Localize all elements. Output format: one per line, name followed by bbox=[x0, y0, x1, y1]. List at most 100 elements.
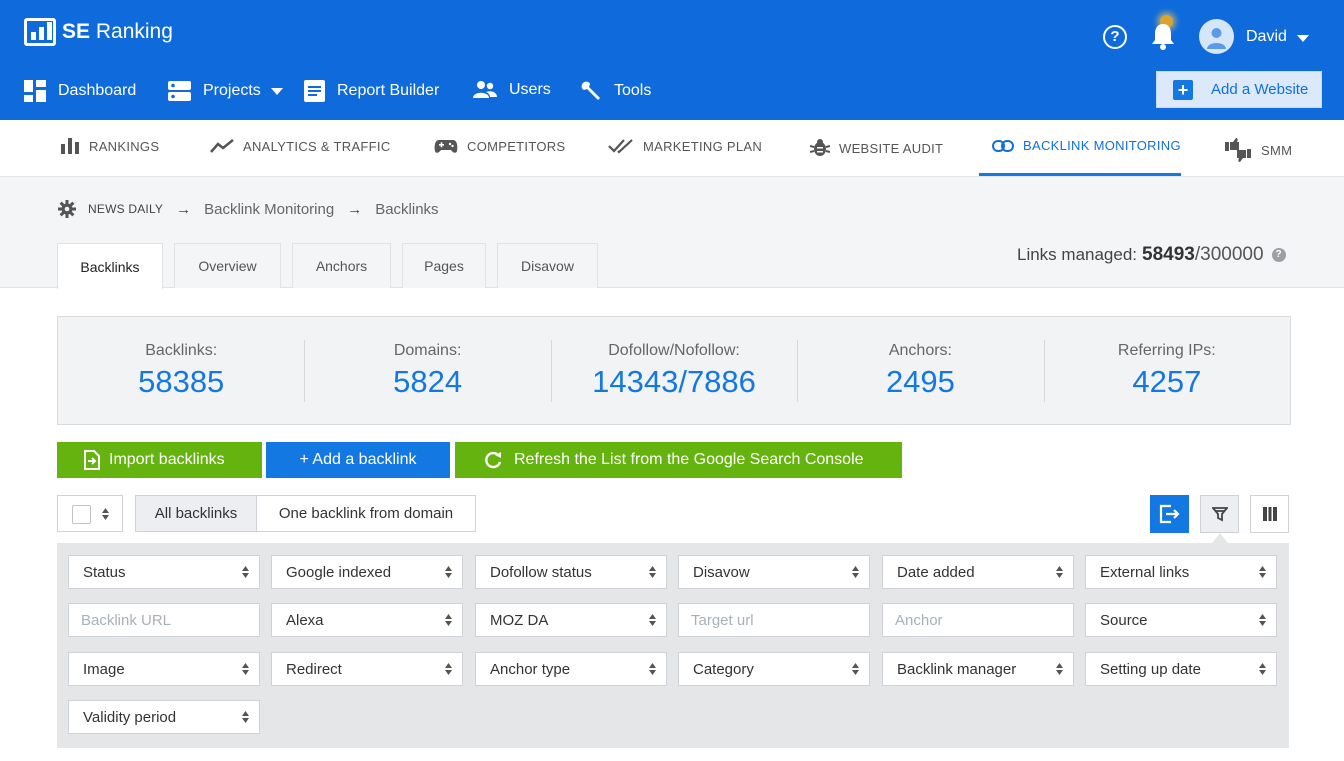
stat-value[interactable]: 58385 bbox=[58, 364, 304, 400]
external-links-select[interactable]: External links bbox=[1085, 555, 1277, 589]
validity-period-select[interactable]: Validity period bbox=[68, 700, 260, 734]
breadcrumb-section[interactable]: Backlink Monitoring bbox=[204, 201, 334, 218]
category-select[interactable]: Category bbox=[678, 652, 870, 686]
redirect-select[interactable]: Redirect bbox=[271, 652, 463, 686]
stat-dofollow-nofollow: Dofollow/Nofollow: 14343/7886 bbox=[550, 317, 797, 424]
stat-value[interactable]: 5824 bbox=[304, 364, 550, 400]
nav-projects[interactable]: Projects bbox=[168, 80, 283, 102]
sort-arrows-icon bbox=[649, 614, 656, 626]
anchor-type-select[interactable]: Anchor type bbox=[475, 652, 667, 686]
chevron-down-icon[interactable] bbox=[1297, 35, 1309, 42]
double-check-icon bbox=[608, 139, 633, 154]
bulk-select-dropdown[interactable] bbox=[57, 495, 123, 532]
alexa-select[interactable]: Alexa bbox=[271, 603, 463, 637]
gear-icon[interactable] bbox=[58, 200, 76, 218]
select-label: Google indexed bbox=[286, 563, 392, 581]
select-label: Redirect bbox=[286, 660, 342, 678]
columns-button[interactable] bbox=[1250, 495, 1289, 533]
tab-anchors[interactable]: Anchors bbox=[292, 243, 391, 288]
subnav-rankings[interactable]: RANKINGS bbox=[60, 138, 159, 154]
select-label: Alexa bbox=[286, 611, 324, 629]
logo-bars-icon bbox=[24, 18, 56, 46]
brand-name: SE Ranking bbox=[62, 20, 173, 43]
subnav-backlink-monitoring[interactable]: BACKLINK MONITORING bbox=[992, 138, 1181, 153]
stat-label: Anchors: bbox=[888, 342, 952, 359]
status-select[interactable]: Status bbox=[68, 555, 260, 589]
subnav-website-audit[interactable]: WEBSITE AUDIT bbox=[810, 138, 943, 158]
select-all-checkbox[interactable] bbox=[72, 505, 91, 524]
breadcrumb-project[interactable]: NEWS DAILY bbox=[88, 202, 163, 216]
tab-overview[interactable]: Overview bbox=[174, 243, 281, 288]
filter-button[interactable] bbox=[1200, 495, 1239, 533]
refresh-gsc-button[interactable]: Refresh the List from the Google Search … bbox=[455, 442, 902, 478]
setting-up-date-select[interactable]: Setting up date bbox=[1085, 652, 1277, 686]
nav-dashboard[interactable]: Dashboard bbox=[24, 80, 136, 102]
user-name[interactable]: David bbox=[1246, 28, 1287, 46]
help-icon[interactable]: ? bbox=[1103, 25, 1127, 49]
image-select[interactable]: Image bbox=[68, 652, 260, 686]
sort-arrows-icon bbox=[852, 663, 859, 675]
add-backlink-button[interactable]: + Add a backlink bbox=[266, 442, 450, 478]
import-backlinks-button[interactable]: Import backlinks bbox=[57, 442, 262, 478]
subnav-marketing-plan[interactable]: MARKETING PLAN bbox=[608, 138, 762, 154]
bug-icon bbox=[810, 139, 830, 156]
target-url-input[interactable]: Target url bbox=[678, 603, 870, 637]
backlink-url-input[interactable]: Backlink URL bbox=[68, 603, 260, 637]
help-icon[interactable]: ? bbox=[1271, 248, 1286, 262]
tab-disavow[interactable]: Disavow bbox=[497, 243, 598, 288]
subnav-website-audit-label: WEBSITE AUDIT bbox=[839, 140, 944, 156]
subnav-analytics-label: ANALYTICS & TRAFFIC bbox=[243, 138, 391, 154]
stat-value[interactable]: 2495 bbox=[797, 364, 1043, 400]
links-managed-label: Links managed: bbox=[1017, 245, 1138, 264]
stat-value[interactable]: 14343/7886 bbox=[551, 364, 797, 400]
nav-tools[interactable]: Tools bbox=[580, 80, 651, 102]
select-label: MOZ DA bbox=[490, 611, 549, 629]
dofollow-status-select[interactable]: Dofollow status bbox=[475, 555, 667, 589]
filter-panel: Status Google indexed Dofollow status Di… bbox=[57, 543, 1289, 748]
moz-da-select[interactable]: MOZ DA bbox=[475, 603, 667, 637]
thumbs-icon bbox=[1225, 138, 1251, 162]
projects-icon bbox=[168, 81, 191, 101]
stat-anchors: Anchors: 2495 bbox=[797, 317, 1043, 424]
subnav-analytics[interactable]: ANALYTICS & TRAFFIC bbox=[210, 138, 391, 154]
stat-value[interactable]: 4257 bbox=[1044, 364, 1290, 400]
export-button[interactable] bbox=[1150, 495, 1189, 533]
tab-pages[interactable]: Pages bbox=[402, 243, 486, 288]
import-file-icon bbox=[84, 450, 100, 470]
all-backlinks-toggle[interactable]: All backlinks bbox=[135, 495, 257, 532]
add-website-button[interactable]: + Add a Website bbox=[1156, 71, 1322, 108]
anchor-input[interactable]: Anchor bbox=[882, 603, 1074, 637]
nav-users[interactable]: Users bbox=[473, 80, 551, 100]
select-label: Backlink manager bbox=[897, 660, 1017, 678]
nav-projects-label: Projects bbox=[203, 82, 261, 99]
one-backlink-toggle[interactable]: One backlink from domain bbox=[256, 495, 476, 532]
bell-icon[interactable] bbox=[1150, 20, 1176, 50]
brand-logo[interactable]: SE Ranking bbox=[24, 18, 173, 46]
select-label: Source bbox=[1100, 611, 1148, 629]
tab-backlinks[interactable]: Backlinks bbox=[57, 243, 163, 289]
subnav-competitors[interactable]: COMPETITORS bbox=[434, 138, 565, 154]
nav-report-builder[interactable]: Report Builder bbox=[304, 80, 439, 102]
select-label: Setting up date bbox=[1100, 660, 1201, 678]
subnav-competitors-label: COMPETITORS bbox=[467, 138, 566, 154]
backlink-manager-select[interactable]: Backlink manager bbox=[882, 652, 1074, 686]
export-icon bbox=[1159, 504, 1180, 524]
sort-arrows-icon bbox=[242, 711, 249, 723]
dashboard-icon bbox=[24, 80, 46, 102]
sort-arrows-icon bbox=[242, 566, 249, 578]
google-indexed-select[interactable]: Google indexed bbox=[271, 555, 463, 589]
avatar[interactable] bbox=[1199, 19, 1234, 54]
source-select[interactable]: Source bbox=[1085, 603, 1277, 637]
sort-arrows-icon bbox=[102, 508, 109, 520]
trend-line-icon bbox=[210, 139, 234, 153]
sort-arrows-icon bbox=[852, 566, 859, 578]
disavow-select[interactable]: Disavow bbox=[678, 555, 870, 589]
chevron-down-icon[interactable] bbox=[270, 87, 283, 95]
tab-disavow-label: Disavow bbox=[521, 258, 574, 274]
sort-arrows-icon bbox=[242, 663, 249, 675]
select-label: Category bbox=[693, 660, 754, 678]
tab-pages-label: Pages bbox=[424, 258, 464, 274]
date-added-select[interactable]: Date added bbox=[882, 555, 1074, 589]
subnav-smm[interactable]: SMM bbox=[1224, 138, 1292, 162]
nav-users-label: Users bbox=[509, 81, 551, 98]
